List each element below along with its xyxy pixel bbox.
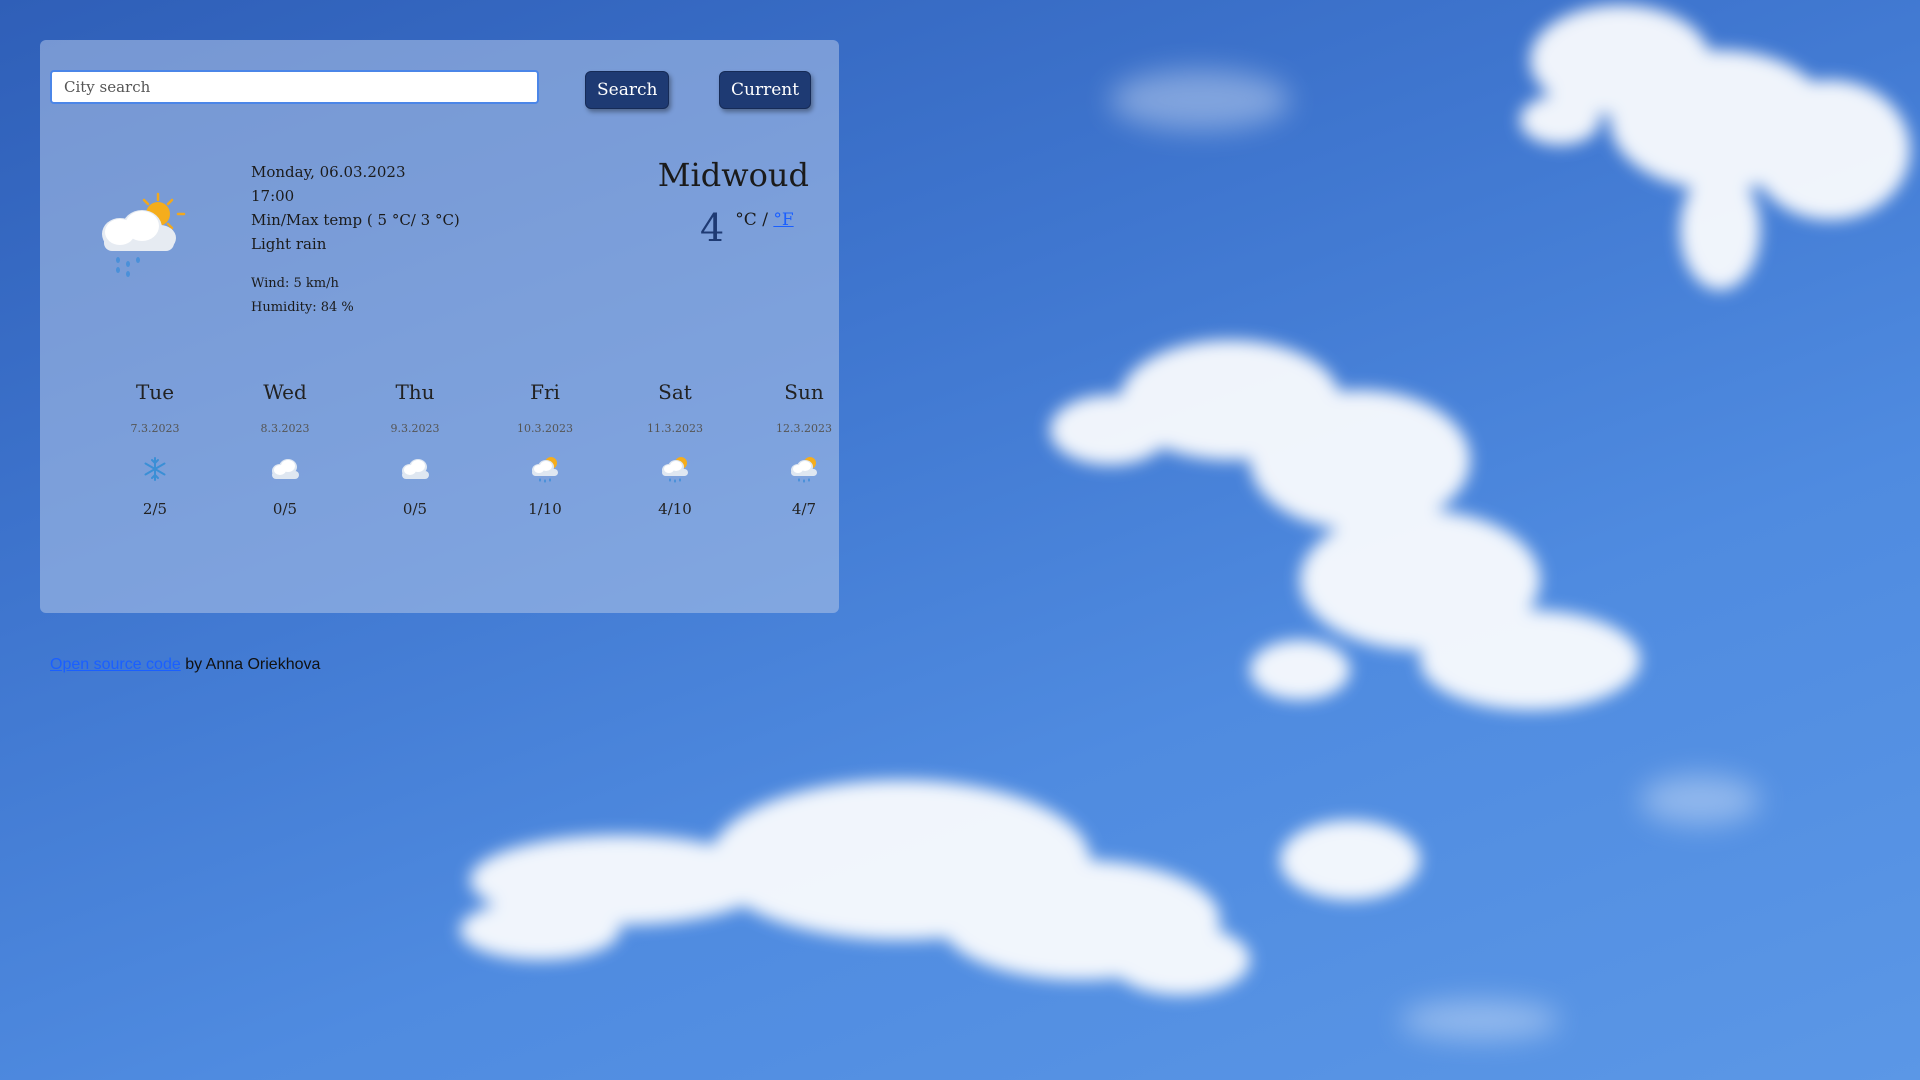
current-time: 17:00 [251, 187, 295, 205]
unit-switcher: °C / °F [735, 210, 793, 230]
sun-cloud-rain-icon [102, 192, 186, 277]
sun-cloud-rain-icon [662, 457, 688, 483]
temperature-value: 4 [700, 206, 725, 250]
forecast-day-name: Sun [784, 380, 824, 404]
forecast-date: 11.3.2023 [647, 422, 703, 435]
forecast-date: 7.3.2023 [130, 422, 180, 435]
weather-panel: Search Current Monday, [40, 40, 839, 613]
forecast-day: Wed 8.3.2023 0/5 [220, 380, 350, 518]
forecast-temps: 2/5 [142, 500, 168, 518]
forecast-day-name: Fri [530, 380, 560, 404]
sun-cloud-rain-icon [791, 457, 817, 483]
cloud-icon [272, 459, 299, 479]
current-date: Monday, 06.03.2023 [251, 163, 406, 181]
forecast-temps: 0/5 [402, 500, 428, 518]
forecast-day: Sat 11.3.2023 4/10 [610, 380, 740, 518]
min-max-temp: Min/Max temp ( 5 °C/ 3 °C) [251, 211, 460, 229]
footer: Open source code by Anna Oriekhova [50, 656, 320, 674]
forecast-date: 10.3.2023 [517, 422, 573, 435]
forecast-day: Thu 9.3.2023 0/5 [350, 380, 480, 518]
forecast-day: Tue 7.3.2023 2/5 [90, 380, 220, 518]
search-button[interactable]: Search [585, 71, 670, 109]
source-code-link[interactable]: Open source code [50, 656, 181, 673]
forecast-date: 12.3.2023 [776, 422, 832, 435]
current-location-button[interactable]: Current [719, 71, 812, 109]
weather-description: Light rain [251, 235, 327, 253]
city-name: Midwoud [657, 156, 809, 194]
forecast-temps: 4/7 [791, 500, 817, 518]
wind-speed: Wind: 5 km/h [251, 276, 339, 291]
city-search-input[interactable] [50, 70, 539, 104]
forecast-temps: 1/10 [528, 500, 562, 518]
current-details: Monday, 06.03.2023 17:00 Min/Max temp ( … [251, 160, 460, 320]
forecast-day: Sun 12.3.2023 4/7 [739, 380, 869, 518]
forecast-day-name: Thu [395, 380, 435, 404]
forecast-day-name: Sat [658, 380, 692, 404]
forecast-date: 8.3.2023 [260, 422, 310, 435]
forecast-day: Fri 10.3.2023 1/10 [480, 380, 610, 518]
unit-separator: / [756, 210, 774, 230]
current-temperature: 4 °C / °F [700, 206, 794, 250]
celsius-unit: °C [735, 210, 757, 230]
forecast-date: 9.3.2023 [390, 422, 440, 435]
forecast-temps: 4/10 [658, 500, 692, 518]
cloud-icon [402, 459, 429, 479]
forecast-temps: 0/5 [272, 500, 298, 518]
sun-cloud-rain-icon [532, 457, 558, 483]
forecast-day-name: Tue [135, 380, 175, 404]
footer-author: by Anna Oriekhova [180, 656, 321, 673]
fahrenheit-link[interactable]: °F [773, 210, 793, 230]
humidity: Humidity: 84 % [251, 300, 354, 315]
forecast-day-name: Wed [263, 380, 307, 404]
snowflake-icon [144, 457, 166, 481]
